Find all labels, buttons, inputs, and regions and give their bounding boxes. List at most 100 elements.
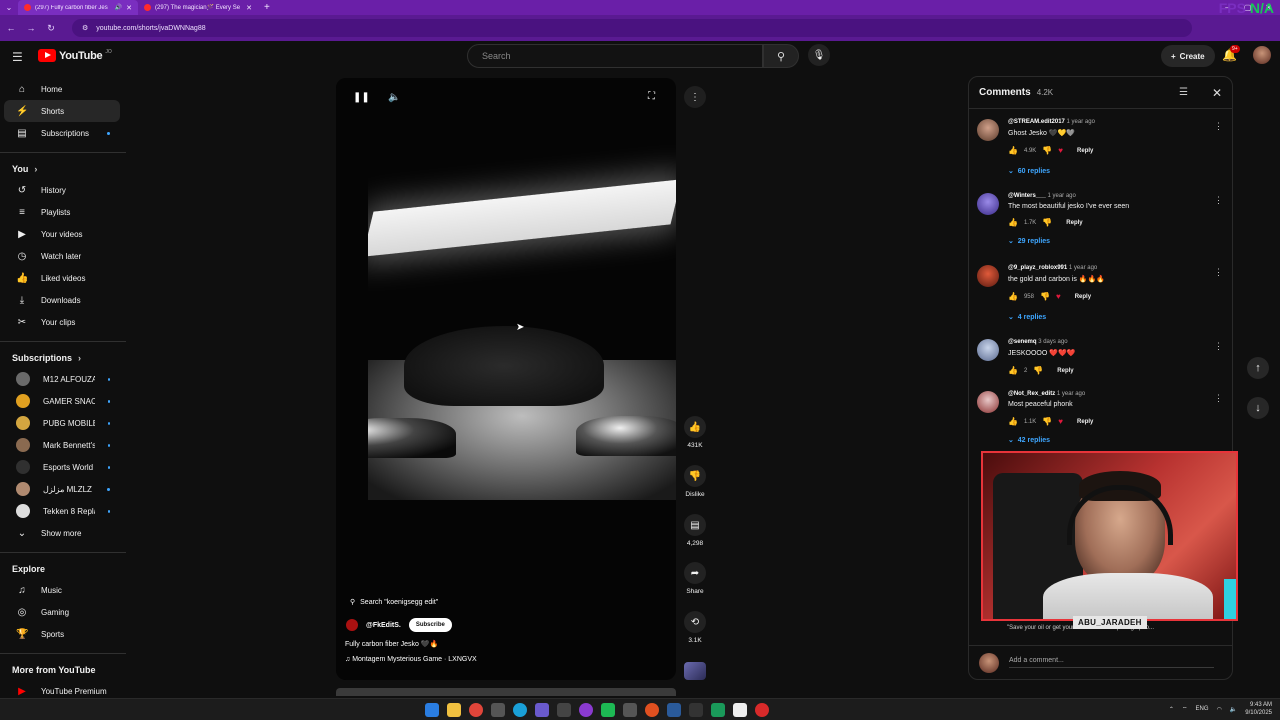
sidebar-item-shorts[interactable]: ⚡ Shorts: [4, 100, 120, 122]
dislike-button[interactable]: 👎 Dislike: [680, 465, 710, 498]
view-replies-button[interactable]: ⌄ 4 replies: [1008, 313, 1046, 321]
comments-button[interactable]: ▤ 4,298: [680, 514, 710, 547]
notepad-icon[interactable]: [733, 703, 747, 717]
speaker-icon[interactable]: 🔈: [1230, 706, 1237, 713]
reply-button[interactable]: Reply: [1077, 419, 1093, 425]
notifications-button[interactable]: 🔔 9+: [1222, 45, 1240, 62]
windows-start-icon[interactable]: [425, 703, 439, 717]
network-icon[interactable]: ⌔: [1182, 705, 1188, 713]
fullscreen-icon[interactable]: ⛶: [648, 91, 655, 102]
sidebar-item-downloads[interactable]: ⤓ Downloads: [4, 289, 120, 311]
create-button[interactable]: + Create: [1161, 45, 1215, 67]
add-comment-input[interactable]: Add a comment...: [1009, 657, 1214, 668]
reply-button[interactable]: Reply: [1077, 148, 1093, 154]
reload-icon[interactable]: ↻: [46, 23, 56, 34]
reply-button[interactable]: Reply: [1075, 294, 1091, 300]
sidebar-item-music[interactable]: ♫ Music: [4, 579, 120, 601]
reply-button[interactable]: Reply: [1057, 368, 1073, 374]
thumbs-down-icon[interactable]: 👎: [1042, 218, 1052, 227]
wifi-icon[interactable]: ◠: [1217, 706, 1222, 713]
sidebar-channel[interactable]: Mark Bennett's C...: [4, 434, 120, 456]
sidebar-item-history[interactable]: ↺ History: [4, 179, 120, 201]
thumbs-up-icon[interactable]: 👍: [1008, 417, 1018, 426]
forward-icon[interactable]: →: [26, 23, 36, 33]
clock[interactable]: 9:43 AM 9/10/2025: [1245, 701, 1272, 717]
next-short-button[interactable]: ↓: [1247, 397, 1269, 419]
sidebar-channel[interactable]: Tekken 8 Replays: [4, 500, 120, 522]
sidebar-channel[interactable]: Esports World Cup: [4, 456, 120, 478]
sidebar-subscriptions-heading[interactable]: Subscriptions ›: [0, 348, 126, 368]
sidebar-item-playlists[interactable]: ≡ Playlists: [4, 201, 120, 223]
thumbs-down-icon[interactable]: 👎: [1033, 366, 1043, 375]
app-icon[interactable]: [601, 703, 615, 717]
back-icon[interactable]: ←: [6, 23, 16, 33]
thumbs-down-icon[interactable]: 👎: [1040, 292, 1050, 301]
sidebar-you-heading[interactable]: You ›: [0, 159, 126, 179]
video-progress-bar[interactable]: [336, 688, 676, 696]
voice-search-button[interactable]: 🎙: [808, 44, 830, 66]
sound-thumbnail[interactable]: [684, 662, 706, 680]
lang-indicator[interactable]: ENG: [1196, 706, 1209, 712]
chrome-icon[interactable]: [755, 703, 769, 717]
commenter-avatar[interactable]: [977, 193, 999, 215]
previous-short-button[interactable]: ↑: [1247, 357, 1269, 379]
account-avatar[interactable]: [1253, 46, 1271, 64]
view-replies-button[interactable]: ⌄ 29 replies: [1008, 237, 1050, 245]
commenter-avatar[interactable]: [977, 339, 999, 361]
share-button[interactable]: ➦ Share: [680, 562, 710, 595]
more-options-button[interactable]: ⋮: [684, 86, 706, 108]
more-vert-icon[interactable]: ⋮: [1214, 267, 1223, 278]
browser-tab-1[interactable]: (297) Fully carbon fiber Jes 🔊 ✕: [18, 0, 138, 15]
close-tab-icon[interactable]: ✕: [126, 4, 132, 12]
view-replies-button[interactable]: ⌄ 42 replies: [1008, 436, 1050, 444]
new-tab-button[interactable]: +: [258, 2, 276, 13]
sidebar-item-home[interactable]: ⌂ Home: [4, 78, 120, 100]
thumbs-down-icon[interactable]: 👎: [1042, 417, 1052, 426]
app-icon[interactable]: [623, 703, 637, 717]
channel-name[interactable]: @FkEditS.: [366, 622, 401, 629]
thumbs-up-icon[interactable]: 👍: [1008, 292, 1018, 301]
edge-icon[interactable]: [513, 703, 527, 717]
search-button[interactable]: ⚲: [763, 44, 799, 68]
sidebar-item-your-clips[interactable]: ✂ Your clips: [4, 311, 120, 333]
sidebar-item-your-videos[interactable]: ▶ Your videos: [4, 223, 120, 245]
url-field[interactable]: ⚙ youtube.com/shorts/jvaDWNNag88: [72, 19, 1192, 37]
site-info-icon[interactable]: ⚙: [82, 24, 88, 32]
volume-icon[interactable]: 🔈: [388, 92, 400, 103]
tray-chevron-icon[interactable]: ⌃: [1169, 706, 1174, 713]
chrome-icon[interactable]: [469, 703, 483, 717]
subscribe-button[interactable]: Subscribe: [408, 618, 452, 632]
more-vert-icon[interactable]: ⋮: [1214, 195, 1223, 206]
commenter-avatar[interactable]: [977, 391, 999, 413]
search-input[interactable]: Search: [467, 44, 763, 68]
steam-icon[interactable]: [667, 703, 681, 717]
menu-icon[interactable]: ☰: [12, 50, 23, 64]
remix-button[interactable]: ⟲ 3.1K: [680, 611, 710, 644]
pause-icon[interactable]: ❚❚: [353, 92, 370, 103]
app-icon[interactable]: [579, 703, 593, 717]
tab-search-icon[interactable]: ⌄: [0, 0, 18, 15]
more-vert-icon[interactable]: ⋮: [1214, 341, 1223, 352]
sidebar-channel[interactable]: GAMER SNACK | ...: [4, 390, 120, 412]
sidebar-show-more[interactable]: ⌄ Show more: [4, 522, 120, 544]
thumbs-up-icon[interactable]: 👍: [1008, 366, 1018, 375]
reply-button[interactable]: Reply: [1066, 220, 1082, 226]
sidebar-item-sports[interactable]: 🏆 Sports: [4, 623, 120, 645]
thumbs-up-icon[interactable]: 👍: [1008, 146, 1018, 155]
sort-icon[interactable]: ☰: [1179, 87, 1188, 98]
like-button[interactable]: 👍 431K: [680, 416, 710, 449]
discord-icon[interactable]: [535, 703, 549, 717]
shorts-video-player[interactable]: ❚❚ 🔈 ⛶ ⚲ Search "koenigsegg edit" @FkEdi…: [336, 78, 676, 680]
app-icon[interactable]: [645, 703, 659, 717]
thumbs-up-icon[interactable]: 👍: [1008, 218, 1018, 227]
close-tab-icon[interactable]: ✕: [246, 4, 252, 12]
channel-avatar[interactable]: [346, 619, 358, 631]
sidebar-item-subscriptions[interactable]: ▤ Subscriptions: [4, 122, 120, 144]
sidebar-item-liked-videos[interactable]: 👍 Liked videos: [4, 267, 120, 289]
app-icon[interactable]: [711, 703, 725, 717]
thumbs-down-icon[interactable]: 👎: [1042, 146, 1052, 155]
app-icon[interactable]: [557, 703, 571, 717]
more-vert-icon[interactable]: ⋮: [1214, 121, 1223, 132]
app-icon[interactable]: [491, 703, 505, 717]
commenter-avatar[interactable]: [977, 265, 999, 287]
